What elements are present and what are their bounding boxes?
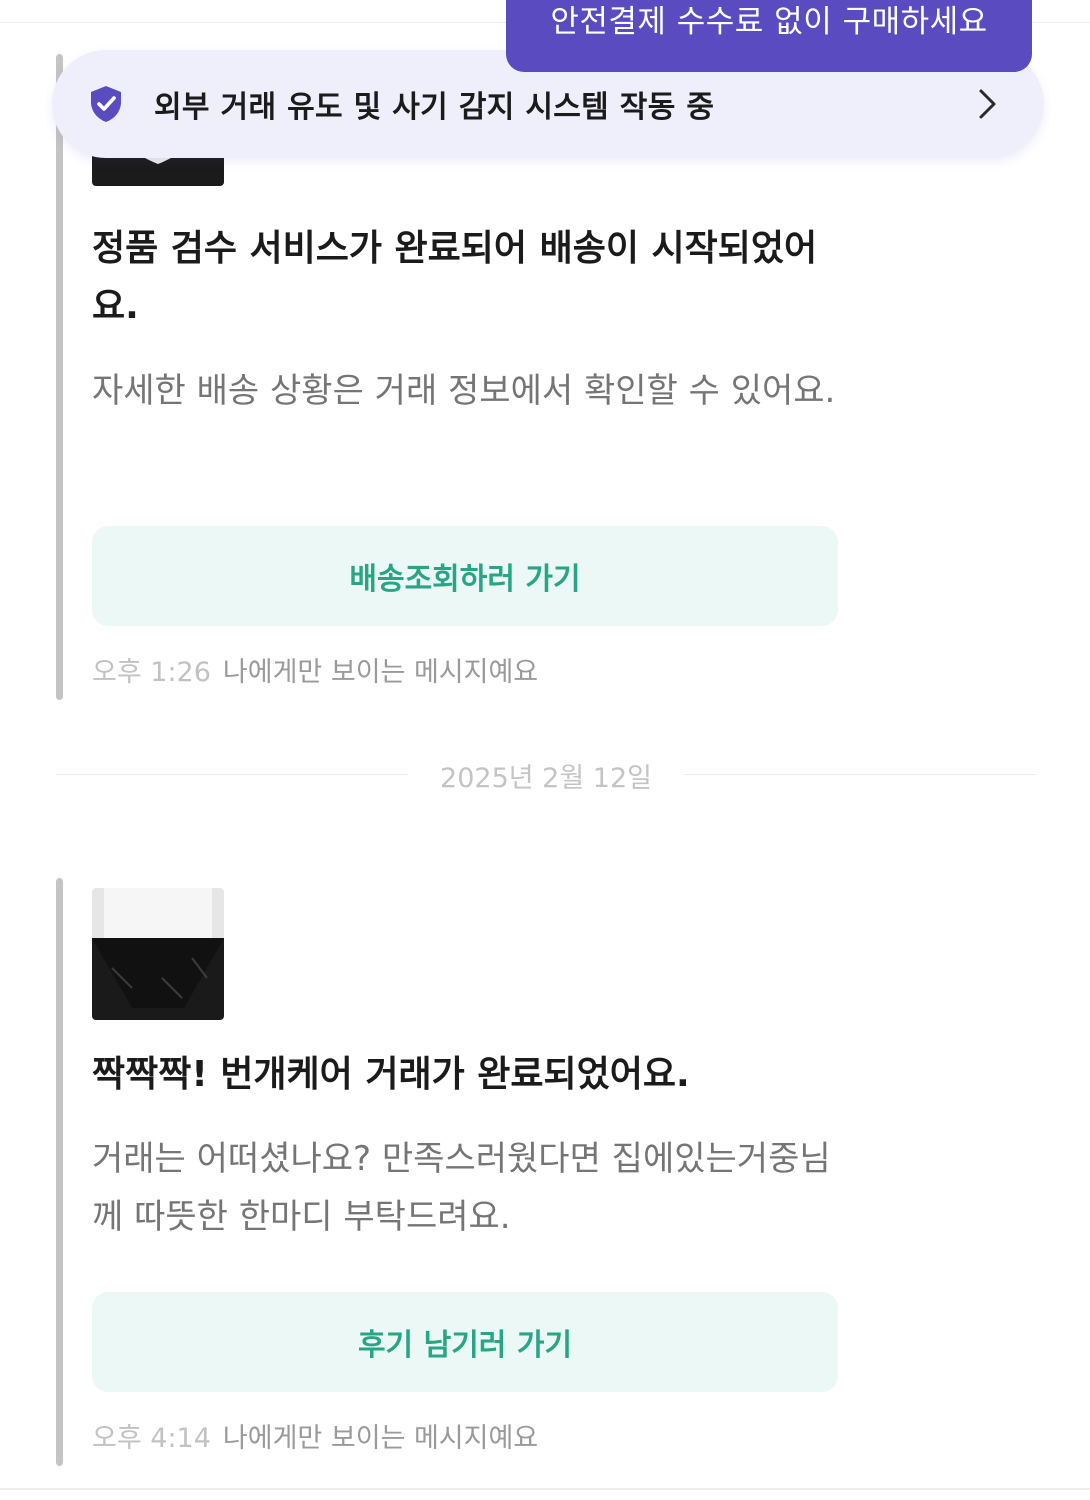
divider-line-right xyxy=(684,774,1036,775)
message-body: 자세한 배송 상황은 거래 정보에서 확인할 수 있어요. xyxy=(92,371,836,411)
track-delivery-button[interactable]: 배송조회하러 가기 xyxy=(92,526,838,626)
system-message-card: 짝짝짝! 번개케어 거래가 완료되었어요. 거래는 어떠셨나요? 만족스러웠다면… xyxy=(56,878,856,1466)
write-review-label: 후기 남기러 가기 xyxy=(357,1328,573,1363)
product-thumbnail[interactable] xyxy=(92,888,224,1020)
message-time: 오후 4:14 xyxy=(92,1423,211,1454)
message-meta: 오후 1:26 나에게만 보이는 메시지예요 xyxy=(92,650,538,689)
visibility-note: 나에게만 보이는 메시지예요 xyxy=(222,657,539,688)
card-left-border xyxy=(56,878,63,1466)
message-meta: 오후 4:14 나에게만 보이는 메시지예요 xyxy=(92,1416,538,1455)
fraud-banner-label: 외부 거래 유도 및 사기 감지 시스템 작동 중 xyxy=(154,90,715,125)
card-left-border xyxy=(56,54,63,700)
safe-pay-tooltip-text: 안전결제 수수료 없이 구매하세요 xyxy=(550,4,988,40)
message-title: 짝짝짝! 번개케어 거래가 완료되었어요. xyxy=(92,1054,690,1095)
safe-pay-tooltip[interactable]: 안전결제 수수료 없이 구매하세요 xyxy=(506,0,1032,72)
bottom-divider xyxy=(0,1488,1090,1490)
write-review-button[interactable]: 후기 남기러 가기 xyxy=(92,1292,838,1392)
visibility-note: 나에게만 보이는 메시지예요 xyxy=(222,1423,539,1454)
message-title: 정품 검수 서비스가 완료되어 배송이 시작되었어요. xyxy=(92,228,818,327)
product-image xyxy=(92,888,224,1020)
chevron-right-icon[interactable] xyxy=(976,87,1000,121)
message-time: 오후 1:26 xyxy=(92,657,211,688)
date-divider: 2025년 2월 12일 xyxy=(56,752,1036,796)
message-body: 거래는 어떠셨나요? 만족스러웠다면 집에있는거중님께 따뜻한 한마디 부탁드려… xyxy=(92,1139,831,1237)
chat-screen: 안전결제 수수료 없이 구매하세요 외부 거래 유도 및 사기 감지 시스템 작… xyxy=(0,0,1090,1500)
date-divider-text: 2025년 2월 12일 xyxy=(440,763,652,794)
track-delivery-label: 배송조회하러 가기 xyxy=(349,562,581,597)
shield-check-icon xyxy=(91,86,121,122)
